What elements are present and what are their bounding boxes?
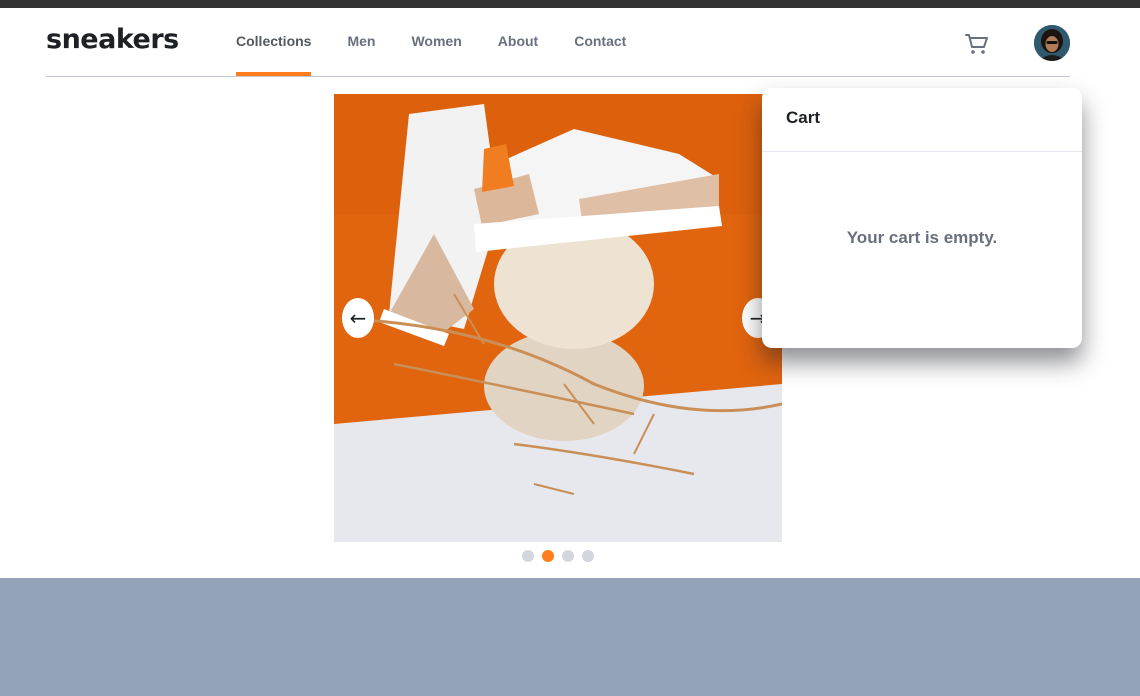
nav-item-about[interactable]: About: [498, 32, 538, 50]
footer-area: [0, 578, 1140, 696]
top-bar: [0, 0, 1140, 8]
nav-item-collections[interactable]: Collections: [236, 32, 312, 76]
nav-item-label: Contact: [574, 33, 627, 49]
nav-item-label: Women: [411, 33, 462, 49]
carousel-dots: [522, 550, 594, 562]
carousel-dot-1[interactable]: [522, 550, 534, 562]
nav-item-men[interactable]: Men: [347, 32, 375, 50]
cart-button[interactable]: [963, 32, 991, 56]
carousel-dot-4[interactable]: [582, 550, 594, 562]
nav-item-label: Men: [347, 33, 376, 49]
avatar-icon: [1034, 25, 1070, 61]
brand-logo[interactable]: sneakers: [46, 24, 179, 56]
nav-item-label: About: [497, 33, 539, 49]
cart-icon: [965, 34, 988, 54]
cart-divider: [762, 151, 1082, 152]
nav-item-women[interactable]: Women: [411, 32, 461, 50]
cart-empty-message: Your cart is empty.: [846, 228, 998, 247]
arrow-left-icon: ←: [349, 306, 367, 330]
nav-item-contact[interactable]: Contact: [574, 32, 626, 50]
user-avatar[interactable]: [1034, 25, 1070, 61]
main-nav: Collections Men Women About Contact: [236, 32, 662, 76]
carousel-dot-2[interactable]: [542, 550, 554, 562]
cart-dropdown: Cart Your cart is empty.: [762, 88, 1082, 348]
nav-item-label: Collections: [236, 33, 312, 49]
product-image[interactable]: [334, 94, 782, 542]
cart-title: Cart: [786, 108, 821, 127]
previous-slide-button[interactable]: ←: [342, 298, 374, 338]
header-divider: [46, 76, 1070, 77]
carousel-dot-3[interactable]: [562, 550, 574, 562]
product-photo: [334, 94, 782, 542]
